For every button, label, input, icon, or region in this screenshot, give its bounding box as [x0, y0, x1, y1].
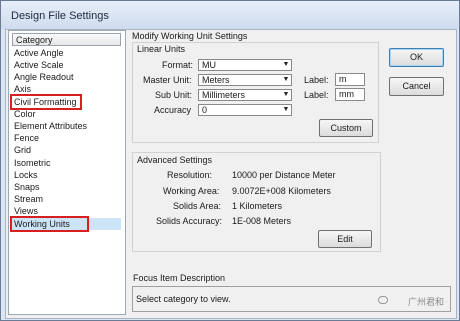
- advanced-settings-label: Advanced Settings: [137, 155, 213, 165]
- ok-button[interactable]: OK: [389, 48, 444, 67]
- master-unit-dropdown[interactable]: Meters ▼: [198, 74, 292, 86]
- category-item-active-scale[interactable]: Active Scale: [14, 59, 64, 71]
- sub-unit-label: Sub Unit:: [155, 90, 193, 100]
- edit-button[interactable]: Edit: [318, 230, 372, 248]
- working-area-value: 9.0072E+008 Kilometers: [232, 186, 331, 196]
- highlight-box-working-units: [10, 216, 89, 232]
- category-item-grid[interactable]: Grid: [14, 144, 31, 156]
- wechat-icon: [378, 296, 388, 304]
- format-dropdown[interactable]: MU ▼: [198, 59, 292, 71]
- cancel-button[interactable]: Cancel: [389, 77, 444, 96]
- working-area-label: Working Area:: [163, 186, 220, 196]
- category-item-locks[interactable]: Locks: [14, 169, 38, 181]
- category-item-isometric[interactable]: Isometric: [14, 157, 51, 169]
- solids-accuracy-label: Solids Accuracy:: [156, 216, 223, 226]
- sub-unit-dropdown[interactable]: Millimeters ▼: [198, 89, 292, 101]
- category-header[interactable]: Category: [12, 33, 121, 46]
- solids-area-label: Solids Area:: [173, 201, 222, 211]
- category-item-active-angle[interactable]: Active Angle: [14, 47, 64, 59]
- resolution-label: Resolution:: [167, 170, 213, 180]
- sub-label-label: Label:: [304, 90, 329, 100]
- design-file-settings-dialog: Design File Settings Category Active Ang…: [0, 0, 460, 321]
- dropdown-arrow-icon: ▼: [282, 91, 290, 98]
- watermark-text: 广州君和: [407, 297, 444, 307]
- category-item-snaps[interactable]: Snaps: [14, 181, 40, 193]
- category-list[interactable]: Category Active Angle Active Scale Angle…: [8, 30, 126, 315]
- category-item-element-attributes[interactable]: Element Attributes: [14, 120, 87, 132]
- solids-area-value: 1 Kilometers: [232, 201, 283, 211]
- dropdown-arrow-icon: ▼: [282, 106, 290, 113]
- window-title: Design File Settings: [11, 10, 109, 22]
- sub-label-input[interactable]: mm: [335, 88, 365, 101]
- dropdown-arrow-icon: ▼: [282, 61, 290, 68]
- page-title: Modify Working Unit Settings: [132, 31, 248, 41]
- linear-units-label: Linear Units: [137, 44, 186, 54]
- resolution-value: 10000 per Distance Meter: [232, 170, 336, 180]
- accuracy-label: Accuracy: [154, 105, 192, 115]
- focus-item-description-text: Select category to view.: [136, 294, 231, 304]
- format-label: Format:: [162, 60, 194, 70]
- master-unit-label: Master Unit:: [143, 75, 192, 85]
- dropdown-arrow-icon: ▼: [282, 76, 290, 83]
- highlight-box-civil-formatting: [10, 94, 82, 110]
- solids-accuracy-value: 1E-008 Meters: [232, 216, 292, 226]
- title-bar[interactable]: Design File Settings: [1, 1, 459, 29]
- focus-item-description-box: Select category to view.: [132, 286, 451, 312]
- dialog-body: Category Active Angle Active Scale Angle…: [5, 29, 457, 319]
- focus-item-label: Focus Item Description: [133, 273, 226, 283]
- custom-button[interactable]: Custom: [319, 119, 373, 137]
- accuracy-dropdown[interactable]: 0 ▼: [198, 104, 292, 116]
- master-label-label: Label:: [304, 75, 329, 85]
- category-item-angle-readout[interactable]: Angle Readout: [14, 71, 74, 83]
- master-label-input[interactable]: m: [335, 73, 365, 86]
- category-item-stream[interactable]: Stream: [14, 193, 43, 205]
- category-item-fence[interactable]: Fence: [14, 132, 39, 144]
